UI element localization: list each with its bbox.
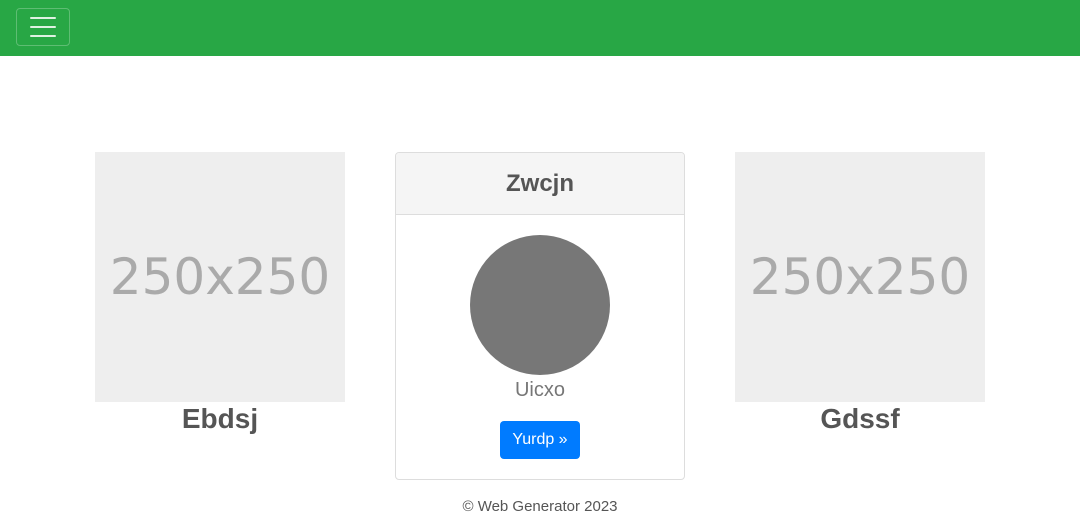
right-placeholder-image: 250x250 [735,152,985,402]
navbar-toggle-button[interactable] [16,8,70,46]
left-placeholder-text: 250x250 [109,248,331,306]
card-header-title: Zwcjn [396,153,684,215]
left-item-caption: Ebdsj [181,403,259,434]
hamburger-menu-icon-bar [30,26,56,28]
card-action-button[interactable]: Yurdp » [500,421,580,459]
top-navbar [0,0,1080,56]
footer-copyright: © Web Generator 2023 [462,498,618,515]
hamburger-menu-icon-bar [30,35,56,37]
card-subtitle: Uicxo [514,379,565,401]
right-placeholder-text: 250x250 [749,248,971,306]
left-placeholder-image: 250x250 [95,152,345,402]
avatar [470,235,610,375]
right-item-caption: Gdssf [820,403,900,434]
profile-card: Zwcjn Uicxo Yurdp » [395,152,685,480]
hamburger-menu-icon [30,17,56,19]
